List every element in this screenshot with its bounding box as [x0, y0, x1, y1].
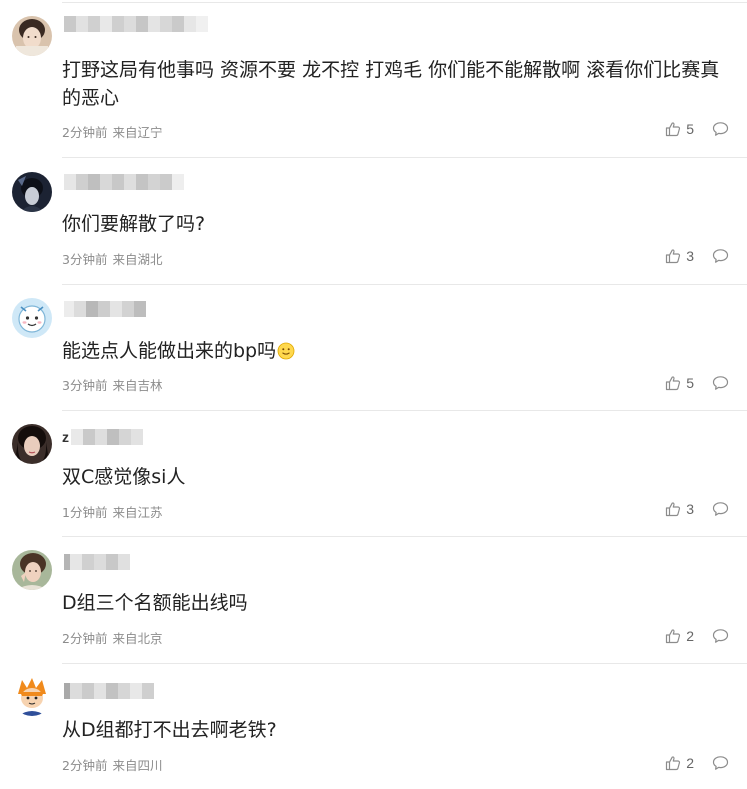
like-count: 3	[686, 248, 694, 264]
comment-text: 你们要解散了吗?	[62, 213, 206, 235]
comment-meta: 1分钟前 来自江苏	[62, 502, 162, 521]
comment-meta: 2分钟前 来自北京	[62, 628, 162, 647]
comment-time: 2分钟前	[62, 125, 108, 140]
divider	[62, 157, 747, 158]
divider	[62, 410, 747, 411]
like-button[interactable]: 5	[665, 121, 694, 137]
comment-item: z 双C感觉像si人 1分钟前 来自江苏 3	[0, 410, 747, 536]
comment-location: 来自辽宁	[112, 125, 163, 140]
divider	[62, 536, 747, 537]
comment-location: 来自北京	[112, 631, 163, 646]
thumbs-up-icon	[666, 629, 681, 644]
like-count: 5	[686, 375, 694, 391]
username[interactable]	[62, 300, 162, 318]
comment-meta: 2分钟前 来自四川	[62, 755, 162, 774]
comment-time: 2分钟前	[62, 631, 108, 646]
reply-button[interactable]	[712, 501, 729, 517]
smile-emoji	[277, 342, 295, 360]
like-count: 5	[686, 121, 694, 137]
comment-text: D组三个名额能出线吗	[62, 592, 248, 614]
comment-time: 3分钟前	[62, 252, 108, 267]
comment-actions: 5	[665, 375, 729, 391]
username-blurred	[64, 174, 184, 190]
comment-time: 3分钟前	[62, 378, 108, 393]
like-count: 3	[686, 501, 694, 517]
comment-actions: 5	[665, 121, 729, 137]
like-count: 2	[686, 628, 694, 644]
comment-actions: 3	[665, 248, 729, 264]
comment-item: 打野这局有他事吗 资源不要 龙不控 打鸡毛 你们能不能解散啊 滚看你们比赛真的恶…	[0, 0, 747, 157]
like-button[interactable]: 5	[665, 375, 694, 391]
comment-item: 能选点人能做出来的bp吗 3分钟前 来自吉林 5	[0, 284, 747, 410]
username-blurred	[71, 429, 143, 445]
avatar[interactable]	[12, 298, 52, 338]
username-blurred	[64, 16, 208, 32]
comment-location: 来自四川	[112, 758, 163, 773]
thumbs-up-icon	[666, 249, 681, 264]
comment-meta: 3分钟前 来自湖北	[62, 249, 162, 268]
comment-actions: 2	[665, 755, 729, 771]
comment-location: 来自湖北	[112, 252, 163, 267]
avatar[interactable]	[12, 172, 52, 212]
username-blurred	[64, 683, 154, 699]
divider	[62, 284, 747, 285]
avatar[interactable]	[12, 424, 52, 464]
thumbs-up-icon	[666, 122, 681, 137]
reply-button[interactable]	[712, 375, 729, 391]
comment-text: 双C感觉像si人	[62, 466, 186, 488]
comment-bubble-icon	[712, 629, 729, 643]
comment-bubble-icon	[712, 122, 729, 136]
username[interactable]: z	[62, 428, 152, 446]
like-button[interactable]: 3	[665, 501, 694, 517]
comment-bubble-icon	[712, 376, 729, 390]
username-initial: z	[62, 429, 69, 445]
comment-actions: 3	[665, 501, 729, 517]
comment-location: 来自江苏	[112, 505, 163, 520]
like-button[interactable]: 3	[665, 248, 694, 264]
comment-bubble-icon	[712, 756, 729, 770]
comment-text: 能选点人能做出来的bp吗	[62, 337, 727, 365]
like-button[interactable]: 2	[665, 628, 694, 644]
comment-time: 1分钟前	[62, 505, 108, 520]
reply-button[interactable]	[712, 755, 729, 771]
reply-button[interactable]	[712, 121, 729, 137]
comment-bubble-icon	[712, 249, 729, 263]
comment-text-body: 能选点人能做出来的bp吗	[62, 340, 277, 362]
like-count: 2	[686, 755, 694, 771]
comment-location: 来自吉林	[112, 378, 163, 393]
thumbs-up-icon	[666, 756, 681, 771]
username-blurred	[64, 554, 130, 570]
comment-meta: 2分钟前 来自辽宁	[62, 122, 162, 141]
thumbs-up-icon	[666, 502, 681, 517]
username[interactable]	[62, 15, 232, 33]
comment-item: 你们要解散了吗? 3分钟前 来自湖北 3	[0, 157, 747, 284]
comment-item: 从D组都打不出去啊老铁? 2分钟前 来自四川 2	[0, 663, 747, 789]
username[interactable]	[62, 682, 172, 700]
username[interactable]	[62, 553, 137, 571]
thumbs-up-icon	[666, 376, 681, 391]
avatar[interactable]	[12, 16, 52, 56]
username-blurred	[64, 301, 146, 317]
comment-text: 从D组都打不出去啊老铁?	[62, 719, 277, 741]
divider	[62, 663, 747, 664]
reply-button[interactable]	[712, 248, 729, 264]
comment-bubble-icon	[712, 502, 729, 516]
comment-time: 2分钟前	[62, 758, 108, 773]
comment-text: 打野这局有他事吗 资源不要 龙不控 打鸡毛 你们能不能解散啊 滚看你们比赛真的恶…	[62, 59, 720, 109]
comment-actions: 2	[665, 628, 729, 644]
like-button[interactable]: 2	[665, 755, 694, 771]
reply-button[interactable]	[712, 628, 729, 644]
comment-item: D组三个名额能出线吗 2分钟前 来自北京 2	[0, 536, 747, 663]
username[interactable]	[62, 173, 187, 191]
divider	[62, 2, 747, 3]
avatar[interactable]	[12, 550, 52, 590]
avatar[interactable]	[12, 676, 52, 716]
comment-meta: 3分钟前 来自吉林	[62, 375, 162, 394]
